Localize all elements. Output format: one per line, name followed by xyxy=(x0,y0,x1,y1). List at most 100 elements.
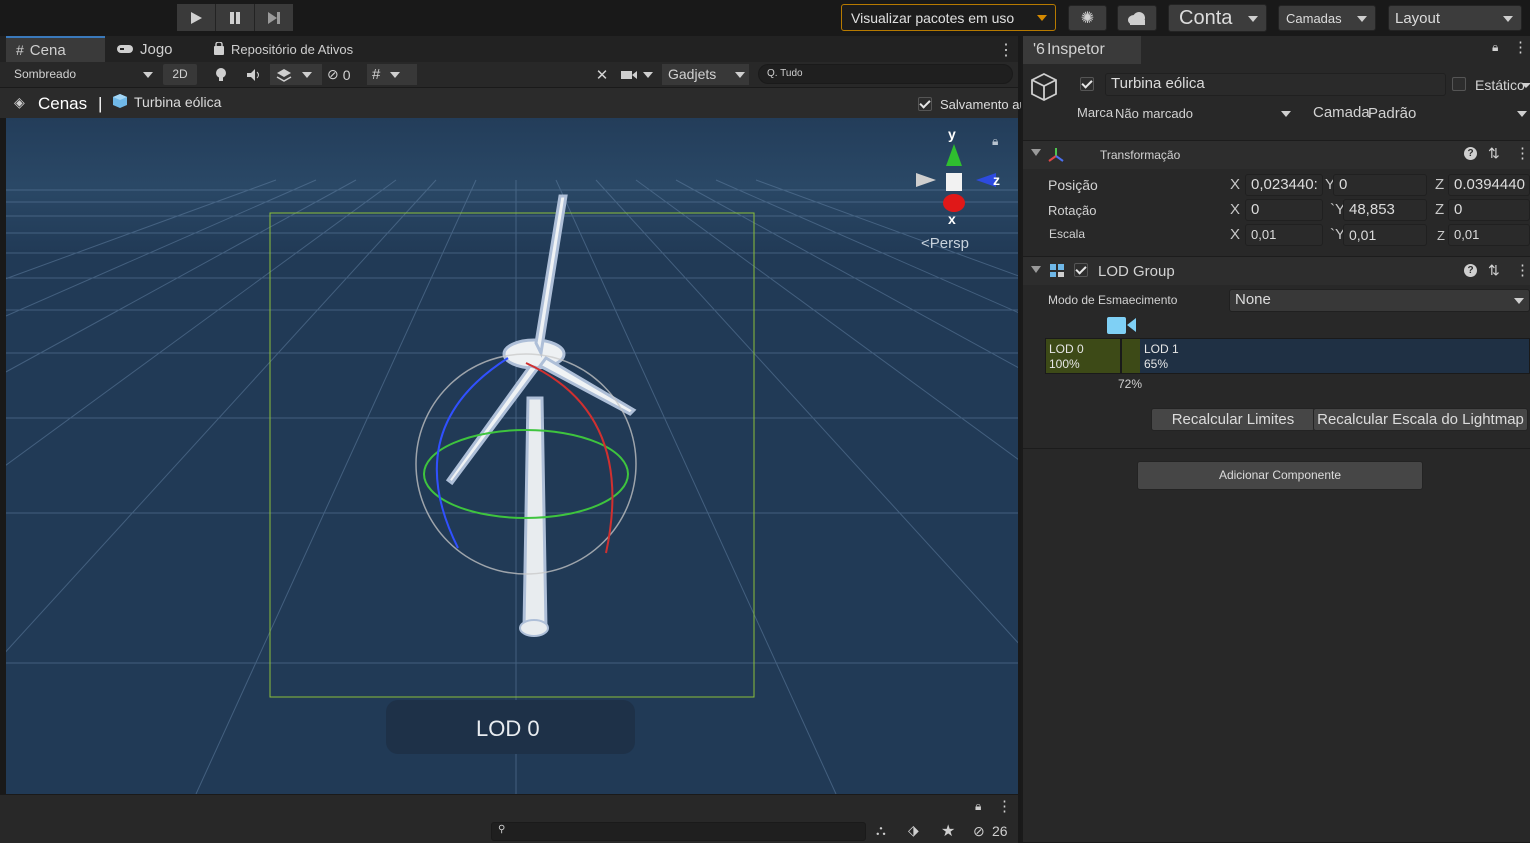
scale-z-field[interactable]: 0,01 xyxy=(1448,224,1530,246)
account-dropdown[interactable]: Conta xyxy=(1168,4,1267,32)
inspector-tab-prefix: '6 xyxy=(1033,41,1045,58)
kebab-menu-icon[interactable]: ⋮ xyxy=(1515,144,1530,162)
packages-in-use-dropdown[interactable]: Visualizar pacotes em uso xyxy=(841,4,1056,31)
lod-camera-region xyxy=(1120,339,1142,373)
add-component-label: Adicionar Componente xyxy=(1218,468,1342,482)
foldout-arrow-icon[interactable] xyxy=(1031,149,1041,156)
gizmos-dropdown[interactable]: Gadjets xyxy=(662,64,749,85)
kebab-menu-icon[interactable]: ⋮ xyxy=(1515,261,1530,279)
help-icon[interactable]: ? xyxy=(1464,147,1477,160)
scale-x-field[interactable]: 0,01 xyxy=(1245,224,1323,246)
scale-y-field[interactable]: 0,01 xyxy=(1343,224,1427,246)
lod0-segment[interactable]: LOD 0 100% xyxy=(1046,339,1120,373)
tab-game[interactable]: Jogo xyxy=(106,36,183,62)
tag-icon[interactable]: ⬗ xyxy=(908,822,919,839)
object-name-input[interactable]: Turbina eólica xyxy=(1105,73,1446,96)
projection-label[interactable]: <Persp xyxy=(921,235,969,252)
lock-icon[interactable]: 🔒︎ xyxy=(992,134,998,149)
scene-tab-bar: # Cena Jogo Repositório de Ativos ⋮ xyxy=(0,36,1018,62)
position-x-field[interactable]: 0,023440: xyxy=(1245,174,1323,196)
lod-group-enabled-checkbox[interactable] xyxy=(1074,263,1088,277)
transform-header[interactable]: Transformação ? ⇅ ⋮ xyxy=(1023,140,1530,169)
static-label: Estático xyxy=(1475,77,1525,93)
scene-viewport[interactable]: y z x 🔒︎ <Persp LOD 0 xyxy=(6,118,1018,794)
add-component-button[interactable]: Adicionar Componente xyxy=(1137,461,1423,490)
chevron-down-icon xyxy=(1357,16,1367,22)
tab-asset-store[interactable]: Repositório de Ativos xyxy=(203,36,363,62)
eye-slash-icon: ⊘ xyxy=(327,66,339,82)
grid-snap-dropdown[interactable]: # xyxy=(367,64,417,85)
recalculate-lightmap-scale-button[interactable]: Recalcular Escala do Lightmap xyxy=(1313,408,1528,431)
layer-dropdown[interactable]: Padrão xyxy=(1368,103,1530,124)
kebab-menu-icon[interactable]: ⋮ xyxy=(998,40,1014,60)
grid-hash-icon: # xyxy=(16,42,24,58)
filter-by-type-icon[interactable]: ⛬ xyxy=(876,822,886,839)
rot-x-axis: X xyxy=(1230,201,1241,218)
position-z-field[interactable]: 0.0394440 xyxy=(1448,174,1530,196)
project-search-input[interactable]: ⚲ xyxy=(491,822,866,841)
step-icon xyxy=(268,11,280,24)
pause-button[interactable] xyxy=(216,4,255,31)
breadcrumb-root[interactable]: Cenas xyxy=(38,94,87,114)
autosave-checkbox[interactable] xyxy=(918,97,932,111)
rotation-x-field[interactable]: 0 xyxy=(1245,199,1323,221)
rotation-y-field[interactable]: 48,853 xyxy=(1343,199,1427,221)
scale-z-value: 0,01 xyxy=(1454,227,1480,242)
lod-bar[interactable]: LOD 0 100% LOD 1 65% xyxy=(1045,338,1530,374)
scene-render xyxy=(6,118,1018,794)
effects-dropdown[interactable] xyxy=(270,64,322,85)
lod-group-header[interactable]: LOD Group ? ⇅ ⋮ xyxy=(1023,256,1530,285)
recalculate-bounds-label: Recalcular Limites xyxy=(1171,411,1295,428)
shading-mode-dropdown[interactable]: Sombreado xyxy=(8,65,156,84)
presets-sliders-icon[interactable]: ⇅ xyxy=(1488,145,1500,162)
layout-dropdown[interactable]: Layout xyxy=(1388,5,1522,31)
play-button[interactable] xyxy=(177,4,216,31)
step-button[interactable] xyxy=(255,4,293,31)
foldout-arrow-icon[interactable] xyxy=(1031,266,1041,273)
chevron-down-icon[interactable] xyxy=(1521,83,1530,88)
star-icon[interactable]: ★ xyxy=(941,821,955,841)
tag-dropdown[interactable]: Não marcado xyxy=(1115,103,1293,124)
tools-button[interactable]: ✕ xyxy=(589,64,615,85)
eye-slash-icon[interactable]: ⊘ xyxy=(973,823,985,840)
position-label: Posição xyxy=(1048,177,1098,193)
layers-dropdown[interactable]: Camadas xyxy=(1278,5,1376,31)
lighting-toggle[interactable] xyxy=(208,64,234,85)
camera-dropdown[interactable] xyxy=(620,64,660,85)
tab-scene[interactable]: # Cena xyxy=(6,36,105,62)
gameobject-cube-icon xyxy=(1031,72,1057,102)
kebab-menu-icon[interactable]: ⋮ xyxy=(1513,38,1528,56)
fade-mode-dropdown[interactable]: None xyxy=(1229,289,1530,312)
lod-camera-marker-icon[interactable] xyxy=(1106,315,1138,335)
kebab-menu-icon[interactable]: ⋮ xyxy=(997,797,1012,815)
lock-icon[interactable]: 🔒︎ xyxy=(1492,40,1498,55)
lock-icon[interactable]: 🔒︎ xyxy=(975,799,981,814)
help-icon[interactable]: ? xyxy=(1464,264,1477,277)
transform-axes-icon xyxy=(1048,148,1064,162)
rotation-z-field[interactable]: 0 xyxy=(1448,199,1530,221)
axis-y-label: y xyxy=(948,126,956,142)
recalculate-bounds-button[interactable]: Recalcular Limites xyxy=(1151,408,1315,431)
position-y-field[interactable]: 0 xyxy=(1333,174,1427,196)
active-checkbox[interactable] xyxy=(1080,77,1094,91)
position-y-value: 0 xyxy=(1339,176,1348,193)
lod1-name: LOD 1 xyxy=(1144,342,1179,356)
pause-icon xyxy=(230,11,240,24)
tab-inspector[interactable]: '6 Inspetor xyxy=(1023,36,1141,64)
breadcrumb-item[interactable]: Turbina eólica xyxy=(134,94,221,110)
toggle-2d-button[interactable]: 2D xyxy=(163,64,197,85)
scene-search-input[interactable]: Q. Tudo xyxy=(758,64,1013,84)
chevron-down-icon xyxy=(1248,16,1258,22)
tools-cross-icon: ✕ xyxy=(595,66,609,84)
static-checkbox[interactable] xyxy=(1452,77,1466,91)
audio-toggle[interactable] xyxy=(241,64,267,85)
hidden-objects-toggle[interactable]: ⊘ 0 xyxy=(327,64,363,85)
main-toolbar: Visualizar pacotes em uso ✺ Conta Camada… xyxy=(0,0,1530,36)
fade-mode-label: Modo de Esmaecimento xyxy=(1048,293,1178,307)
scale-z-axis: Z xyxy=(1437,228,1445,243)
cloud-button[interactable] xyxy=(1117,5,1157,31)
chevron-down-icon xyxy=(302,71,312,78)
services-button[interactable]: ✺ xyxy=(1068,5,1107,31)
presets-sliders-icon[interactable]: ⇅ xyxy=(1488,262,1500,279)
lod1-segment[interactable]: LOD 1 65% xyxy=(1140,339,1529,373)
